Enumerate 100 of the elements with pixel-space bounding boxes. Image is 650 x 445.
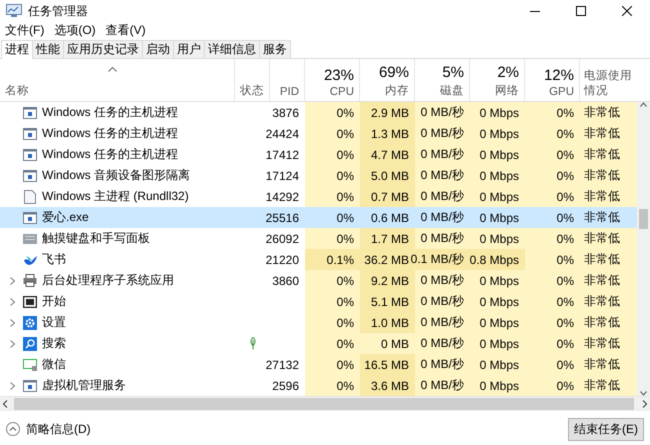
process-row[interactable]: Windows 音频设备图形隔离 17124 0% 5.0 MB 0 MB/秒 0 Mbps 0% 非常低 (0, 165, 637, 186)
usage-percentage: 2% (497, 64, 519, 81)
process-row[interactable]: Windows 任务的主机进程 3876 0% 2.9 MB 0 MB/秒 0 Mbps 0% 非常低 (0, 102, 637, 123)
settings-icon (23, 316, 37, 330)
pid-cell: 26092 (266, 232, 299, 246)
expand-chevron-icon[interactable] (10, 298, 14, 306)
horizontal-scrollbar[interactable] (0, 396, 650, 411)
table-cell: 非常低 (584, 251, 620, 268)
maximize-icon (576, 6, 586, 16)
pid-cell: 21220 (266, 252, 299, 266)
process-name: Windows 任务的主机进程 (42, 125, 178, 142)
table-cell: 0% (336, 106, 354, 120)
process-row[interactable]: 开始 0% 5.1 MB 0 MB/秒 0 Mbps 0% 非常低 (0, 291, 637, 312)
process-row[interactable]: Windows 任务的主机进程 17412 0% 4.7 MB 0 MB/秒 0 Mbps 0% 非常低 (0, 144, 637, 165)
menu-item[interactable]: 文件(F) (2, 22, 48, 39)
table-cell: 0.1% (326, 252, 354, 266)
tab[interactable]: 应用历史记录 (63, 40, 143, 58)
expand-chevron-icon[interactable] (10, 382, 14, 390)
vertical-scrollbar[interactable] (637, 102, 650, 396)
collapse-circle-icon[interactable] (6, 422, 20, 436)
column-header[interactable]: GPU (549, 86, 574, 98)
table-cell: 0% (556, 316, 574, 330)
table-cell: 0 MB/秒 (420, 293, 464, 310)
table-cell: 0% (556, 232, 574, 246)
scroll-down-icon[interactable] (640, 391, 647, 396)
end-task-button[interactable]: 结束任务(E) (568, 418, 644, 440)
app-window-icon (23, 128, 37, 140)
table-cell: 0% (336, 378, 354, 392)
app-window-icon (23, 170, 37, 182)
expand-chevron-icon[interactable] (10, 276, 14, 284)
column-header[interactable]: 状态 (240, 83, 264, 98)
process-row[interactable]: 虚拟机管理服务 2596 0% 3.6 MB 0 MB/秒 0 Mbps 0% 非常低 (0, 375, 637, 396)
pid-cell: 3876 (272, 106, 299, 120)
table-cell: 非常低 (584, 104, 620, 121)
column-header[interactable]: 磁盘 (440, 83, 464, 98)
tab[interactable]: 详细信息 (204, 40, 260, 58)
process-row[interactable]: 微信 27132 0% 16.5 MB 0 MB/秒 0 Mbps 0% 非常低 (0, 354, 637, 375)
column-header[interactable]: 内存 (385, 83, 409, 98)
menu-item[interactable]: 查看(V) (102, 22, 149, 39)
table-cell: 0% (556, 336, 574, 350)
table-cell: 4.7 MB (370, 148, 409, 162)
table-cell: 0 MB/秒 (420, 335, 464, 352)
table-cell: 0% (556, 252, 574, 266)
details-link[interactable]: 简略信息(D) (26, 420, 91, 438)
table-cell: 0 MB/秒 (420, 167, 464, 184)
process-row[interactable]: 触摸键盘和手写面板 26092 0% 1.7 MB 0 MB/秒 0 Mbps 0% 非常低 (0, 228, 637, 249)
table-cell: 0 MB/秒 (420, 146, 464, 163)
table-cell: 非常低 (584, 377, 620, 394)
column-header[interactable]: 网络 (495, 83, 519, 98)
column-header[interactable]: PID (280, 86, 299, 98)
tab[interactable]: 进程 (1, 40, 33, 59)
table-cell: 0% (336, 190, 354, 204)
process-row[interactable]: 设置 0% 1.0 MB 0 MB/秒 0 Mbps 0% 非常低 (0, 312, 637, 333)
table-cell: 0 Mbps (480, 190, 519, 204)
scrollbar-thumb[interactable] (639, 209, 648, 229)
table-cell: 5.1 MB (370, 294, 409, 308)
process-name: 后台处理程序子系统应用 (42, 272, 174, 289)
tab[interactable]: 用户 (173, 40, 205, 58)
table-cell: 0% (336, 232, 354, 246)
column-header[interactable]: 电源使用情况 (584, 68, 632, 98)
table-cell: 0 Mbps (480, 358, 519, 372)
process-row[interactable]: 搜索 0% 0 MB 0 MB/秒 0 Mbps 0% 非常低 (0, 333, 637, 354)
column-header[interactable]: 名称 (5, 83, 29, 98)
table-cell: 0 MB/秒 (420, 314, 464, 331)
table-cell: 非常低 (584, 167, 620, 184)
process-name: Windows 音频设备图形隔离 (42, 167, 190, 184)
table-cell: 0% (336, 274, 354, 288)
process-row[interactable]: Windows 任务的主机进程 24424 0% 1.3 MB 0 MB/秒 0 Mbps 0% 非常低 (0, 123, 637, 144)
expand-chevron-icon[interactable] (10, 340, 14, 348)
table-cell: 非常低 (584, 335, 620, 352)
table-cell: 0% (336, 148, 354, 162)
table-cell: 0% (556, 210, 574, 224)
process-row[interactable]: 飞书 21220 0.1% 36.2 MB 0.1 MB/秒 0.8 Mbps 0% 非常低 (0, 249, 637, 270)
pid-cell: 14292 (266, 190, 299, 204)
expand-chevron-icon[interactable] (10, 318, 14, 326)
app-window-icon (23, 380, 37, 392)
tab[interactable]: 启动 (142, 40, 174, 58)
table-cell: 0% (556, 168, 574, 182)
table-cell: 0% (336, 210, 354, 224)
table-cell: 0% (336, 168, 354, 182)
process-name: Windows 任务的主机进程 (42, 104, 178, 121)
table-cell: 1.3 MB (370, 126, 409, 140)
table-cell: 0% (556, 358, 574, 372)
tab[interactable]: 服务 (259, 40, 291, 58)
scroll-up-icon[interactable] (640, 102, 647, 107)
table-cell: 0.7 MB (370, 190, 409, 204)
process-row[interactable]: 爱心.exe 25516 0% 0.6 MB 0 MB/秒 0 Mbps 0% 非常低 (0, 207, 637, 228)
menu-item[interactable]: 选项(O) (51, 22, 99, 39)
table-cell: 0 Mbps (480, 148, 519, 162)
app-window-icon (23, 212, 37, 224)
process-row[interactable]: Windows 主进程 (Rundll32) 14292 0% 0.7 MB 0 MB/秒 0 Mbps 0% 非常低 (0, 186, 637, 207)
process-name: Windows 任务的主机进程 (42, 146, 178, 163)
process-row[interactable]: 后台处理程序子系统应用 3860 0% 9.2 MB 0 MB/秒 0 Mbps 0% 非常低 (0, 270, 637, 291)
table-cell: 0% (556, 106, 574, 120)
pid-cell: 25516 (266, 210, 299, 224)
table-cell: 0 MB/秒 (420, 356, 464, 373)
tab[interactable]: 性能 (32, 40, 64, 58)
table-cell: 非常低 (584, 272, 620, 289)
column-header[interactable]: CPU (330, 86, 354, 98)
table-cell: 非常低 (584, 188, 620, 205)
